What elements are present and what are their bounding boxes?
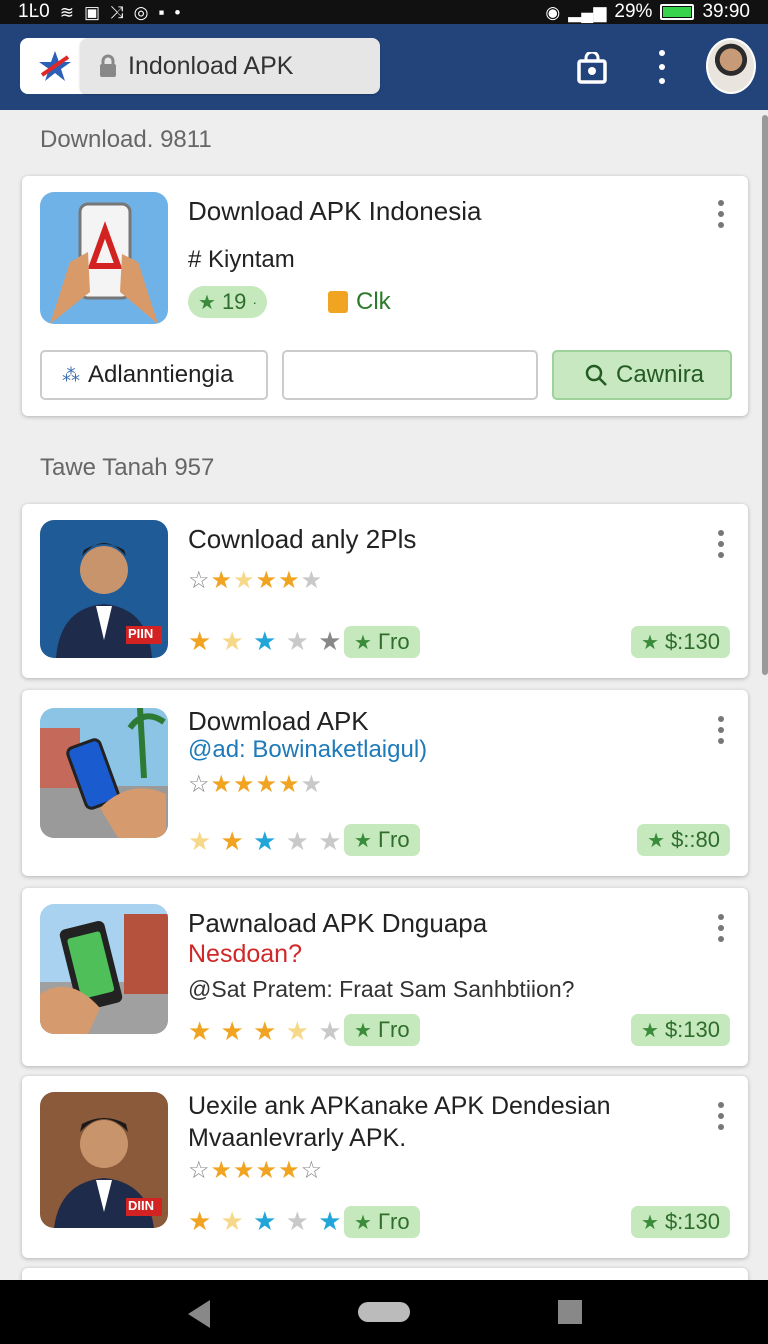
battery-percent: 29%	[614, 1, 653, 22]
address-bar[interactable]: Indonload APK	[80, 38, 380, 94]
featured-clk-label: Clk	[356, 288, 391, 315]
featured-clk: Clk	[328, 288, 391, 316]
avatar[interactable]	[706, 38, 756, 94]
app-subtitle: @ad: Bowinaketlaigul)	[188, 736, 428, 763]
app-card[interactable]: DIIN Uexile ank APKanake APK Dendesian M…	[22, 1076, 748, 1258]
app-title: Dowmload APK	[188, 706, 369, 736]
back-icon[interactable]	[188, 1300, 210, 1328]
lock-icon	[100, 54, 116, 77]
app-description: @Sat Pratem: Fraat Sam Sanhbtiion?	[188, 976, 575, 1002]
scrollbar[interactable]	[762, 115, 768, 675]
star-icon: ★	[354, 631, 372, 654]
app-card[interactable]: Dowmload APK @ad: Bowinaketlaigul) ☆★★★★…	[22, 690, 748, 876]
price-pill[interactable]: ★ $:130	[631, 626, 730, 658]
wifi-icon: ≋	[59, 2, 74, 22]
recents-icon[interactable]	[558, 1300, 582, 1324]
free-pill-label: Γro	[377, 827, 410, 852]
featured-app-thumbnail	[40, 192, 168, 324]
star-logo-icon	[39, 51, 71, 81]
featured-rating-pill: ★ 19 ·	[188, 286, 268, 318]
free-pill[interactable]: ★ Γro	[344, 1206, 420, 1238]
more-icon[interactable]	[718, 914, 724, 942]
rating-stars-top: ☆★★★★★	[188, 771, 324, 798]
status-time-right: 39:90	[702, 1, 750, 22]
dot-icon: •	[174, 2, 181, 22]
app-thumbnail: PIIN	[40, 520, 168, 658]
price-label: $:130	[664, 1017, 720, 1042]
app-thumbnail	[40, 708, 168, 838]
signal-icon: ▂▄▆	[568, 2, 607, 22]
app-thumbnail: DIIN	[40, 1092, 168, 1228]
rating-stars-bottom: ★ ★ ★ ★ ★	[188, 1016, 343, 1046]
app-thumbnail	[40, 904, 168, 1034]
dots-icon: ⁂	[62, 364, 80, 385]
rating-stars-top: ☆★★★★★	[188, 567, 324, 594]
star-icon: ★	[641, 1211, 659, 1234]
app-title: Pawnaload APK Dnguapa	[188, 908, 488, 938]
featured-app-tag: # Kiyntam	[188, 246, 295, 273]
target-icon: ◎	[133, 2, 149, 22]
app-title: Cownload anly 2Pls	[188, 524, 417, 554]
app-title: Uexile ank APKanake APK Dendesian	[188, 1092, 611, 1120]
price-pill[interactable]: ★ $:130	[631, 1014, 730, 1046]
app-card[interactable]: PIIN Cownload anly 2Pls ☆★★★★★ ★ ★ ★ ★ ★…	[22, 504, 748, 678]
more-icon[interactable]	[718, 716, 724, 744]
location-icon: ◉	[545, 2, 561, 22]
star-icon: ★	[647, 829, 666, 852]
featured-rating-value: 19	[221, 289, 247, 314]
free-pill-label: Γro	[377, 1209, 410, 1234]
thumb-badge: PIIN	[128, 626, 154, 641]
star-icon: ★	[198, 291, 216, 314]
shuffle-icon: ⤨	[110, 2, 124, 22]
address-text: Indonload APK	[128, 51, 294, 80]
search-icon	[585, 364, 607, 386]
price-label: $:130	[664, 629, 720, 654]
chip-icon: ▪	[158, 2, 165, 22]
system-nav-bar	[0, 1280, 768, 1344]
thumb-badge: DIIN	[128, 1198, 154, 1213]
featured-app-card[interactable]: Download APK Indonesia # Kiyntam ★ 19 · …	[22, 176, 748, 416]
more-icon[interactable]	[718, 1102, 724, 1130]
section-title-top: Tawe Tanah 957	[40, 454, 215, 481]
price-pill[interactable]: ★ $::80	[637, 824, 730, 856]
section-title-downloads: Download. 9811	[40, 126, 212, 153]
image-icon: ▣	[83, 2, 101, 22]
rating-stars-top: ☆★★★★☆	[188, 1157, 324, 1184]
more-icon[interactable]	[718, 530, 724, 558]
price-label: $:130	[664, 1209, 720, 1234]
featured-more-icon[interactable]	[718, 200, 724, 228]
free-pill[interactable]: ★ Γro	[344, 1014, 420, 1046]
free-pill[interactable]: ★ Γro	[344, 824, 420, 856]
category-button[interactable]: ⁂ Adlanntiengia	[40, 350, 268, 400]
price-pill[interactable]: ★ $:130	[631, 1206, 730, 1238]
star-icon: ★	[641, 1019, 659, 1042]
star-icon: ★	[354, 829, 372, 852]
shopping-bag-icon[interactable]	[576, 52, 608, 84]
price-label: $::80	[671, 827, 720, 852]
star-icon: ★	[354, 1211, 372, 1234]
search-button-label: Cawnira	[616, 361, 705, 388]
rating-stars-bottom: ★ ★ ★ ★ ★	[188, 826, 343, 856]
search-input[interactable]	[282, 350, 538, 400]
status-time-left: 1Ŀ0	[18, 1, 50, 22]
star-icon: ★	[354, 1019, 372, 1042]
featured-app-title: Download APK Indonesia	[188, 196, 482, 226]
rating-stars-bottom: ★ ★ ★ ★ ★	[188, 626, 343, 656]
free-pill[interactable]: ★ Γro	[344, 626, 420, 658]
search-button[interactable]: Cawnira	[552, 350, 732, 400]
app-bar: Indonload APK	[0, 24, 768, 110]
status-bar: 1Ŀ0 ≋ ▣ ⤨ ◎ ▪ • ◉ ▂▄▆ 29% 39:90	[0, 0, 768, 24]
download-badge-icon	[328, 291, 348, 313]
app-card[interactable]: Pawnaload APK Dnguapa Nesdoan? @Sat Prat…	[22, 888, 748, 1066]
category-button-label: Adlanntiengia	[88, 361, 234, 388]
app-subtitle: Mvaanlevrarly APK.	[188, 1124, 407, 1152]
star-icon: ★	[641, 631, 659, 654]
battery-icon	[660, 4, 695, 20]
app-subtitle: Nesdoan?	[188, 940, 302, 968]
overflow-menu-icon[interactable]	[652, 50, 672, 84]
free-pill-label: Γro	[377, 629, 410, 654]
rating-stars-bottom: ★ ★ ★ ★ ★	[188, 1206, 343, 1236]
home-icon[interactable]	[358, 1302, 410, 1322]
free-pill-label: Γro	[377, 1017, 410, 1042]
